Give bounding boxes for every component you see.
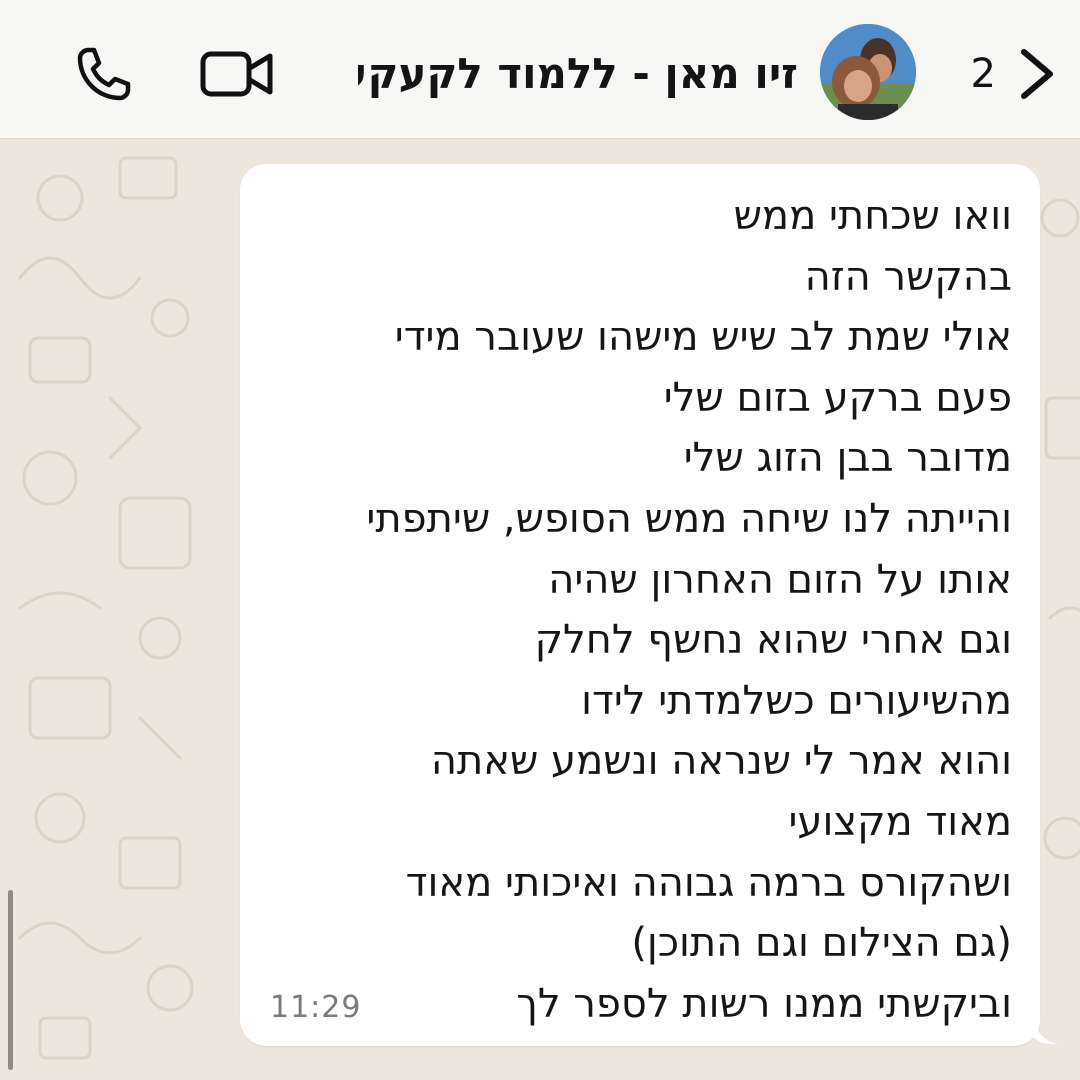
message-line: וואו שכחתי ממש [733,193,1012,239]
chat-header: 2 זיו מאן - ללמוד לקעקע... [0,0,1080,139]
message-line: מאוד מקצועי [788,798,1012,845]
message-timestamp: 11:29 [270,990,362,1025]
message-line: ושהקורס ברמה גבוהה ואיכותי מאוד [405,859,1012,906]
message-line: בהקשר הזה [804,253,1012,300]
scrollbar[interactable] [8,890,13,1070]
avatar-photo [820,24,916,120]
bubble-tail [1030,1010,1058,1045]
video-camera-icon[interactable] [200,50,274,98]
contact-name[interactable]: זיו מאן - ללמוד לקעקע... [358,44,798,104]
message-line: וגם אחרי שהוא נחשף לחלק [534,617,1012,664]
message-line: פעם ברקע בזום שלי [663,374,1012,421]
unread-count[interactable]: 2 [971,46,996,102]
avatar[interactable] [820,24,916,120]
message-line: (גם הצילום וגם התוכן) [631,920,1012,967]
message-line: אולי שמת לב שיש מישהו שעובר מידי [394,314,1012,361]
message-line: מהשיעורים כשלמדתי לידו [581,677,1012,724]
message-line: אותו על הזום האחרון שהיה [548,556,1012,603]
message-text: וואו שכחתי ממש בהקשר הזה אולי שמת לב שיש… [252,186,1012,1034]
phone-icon[interactable] [74,44,134,104]
message-line: וביקשתי ממנו רשות לספר לך [516,980,1012,1027]
message-line: והוא אמר לי שנראה ונשמע שאתה [430,738,1012,785]
message-line: והייתה לנו שיחה ממש הסופש, שיתפתי [366,495,1012,542]
chat-screen: 2 זיו מאן - ללמוד לקעקע... [0,0,1080,1080]
message-line: מדובר בבן הזוג שלי [683,435,1012,482]
chevron-right-icon[interactable] [1016,46,1060,102]
